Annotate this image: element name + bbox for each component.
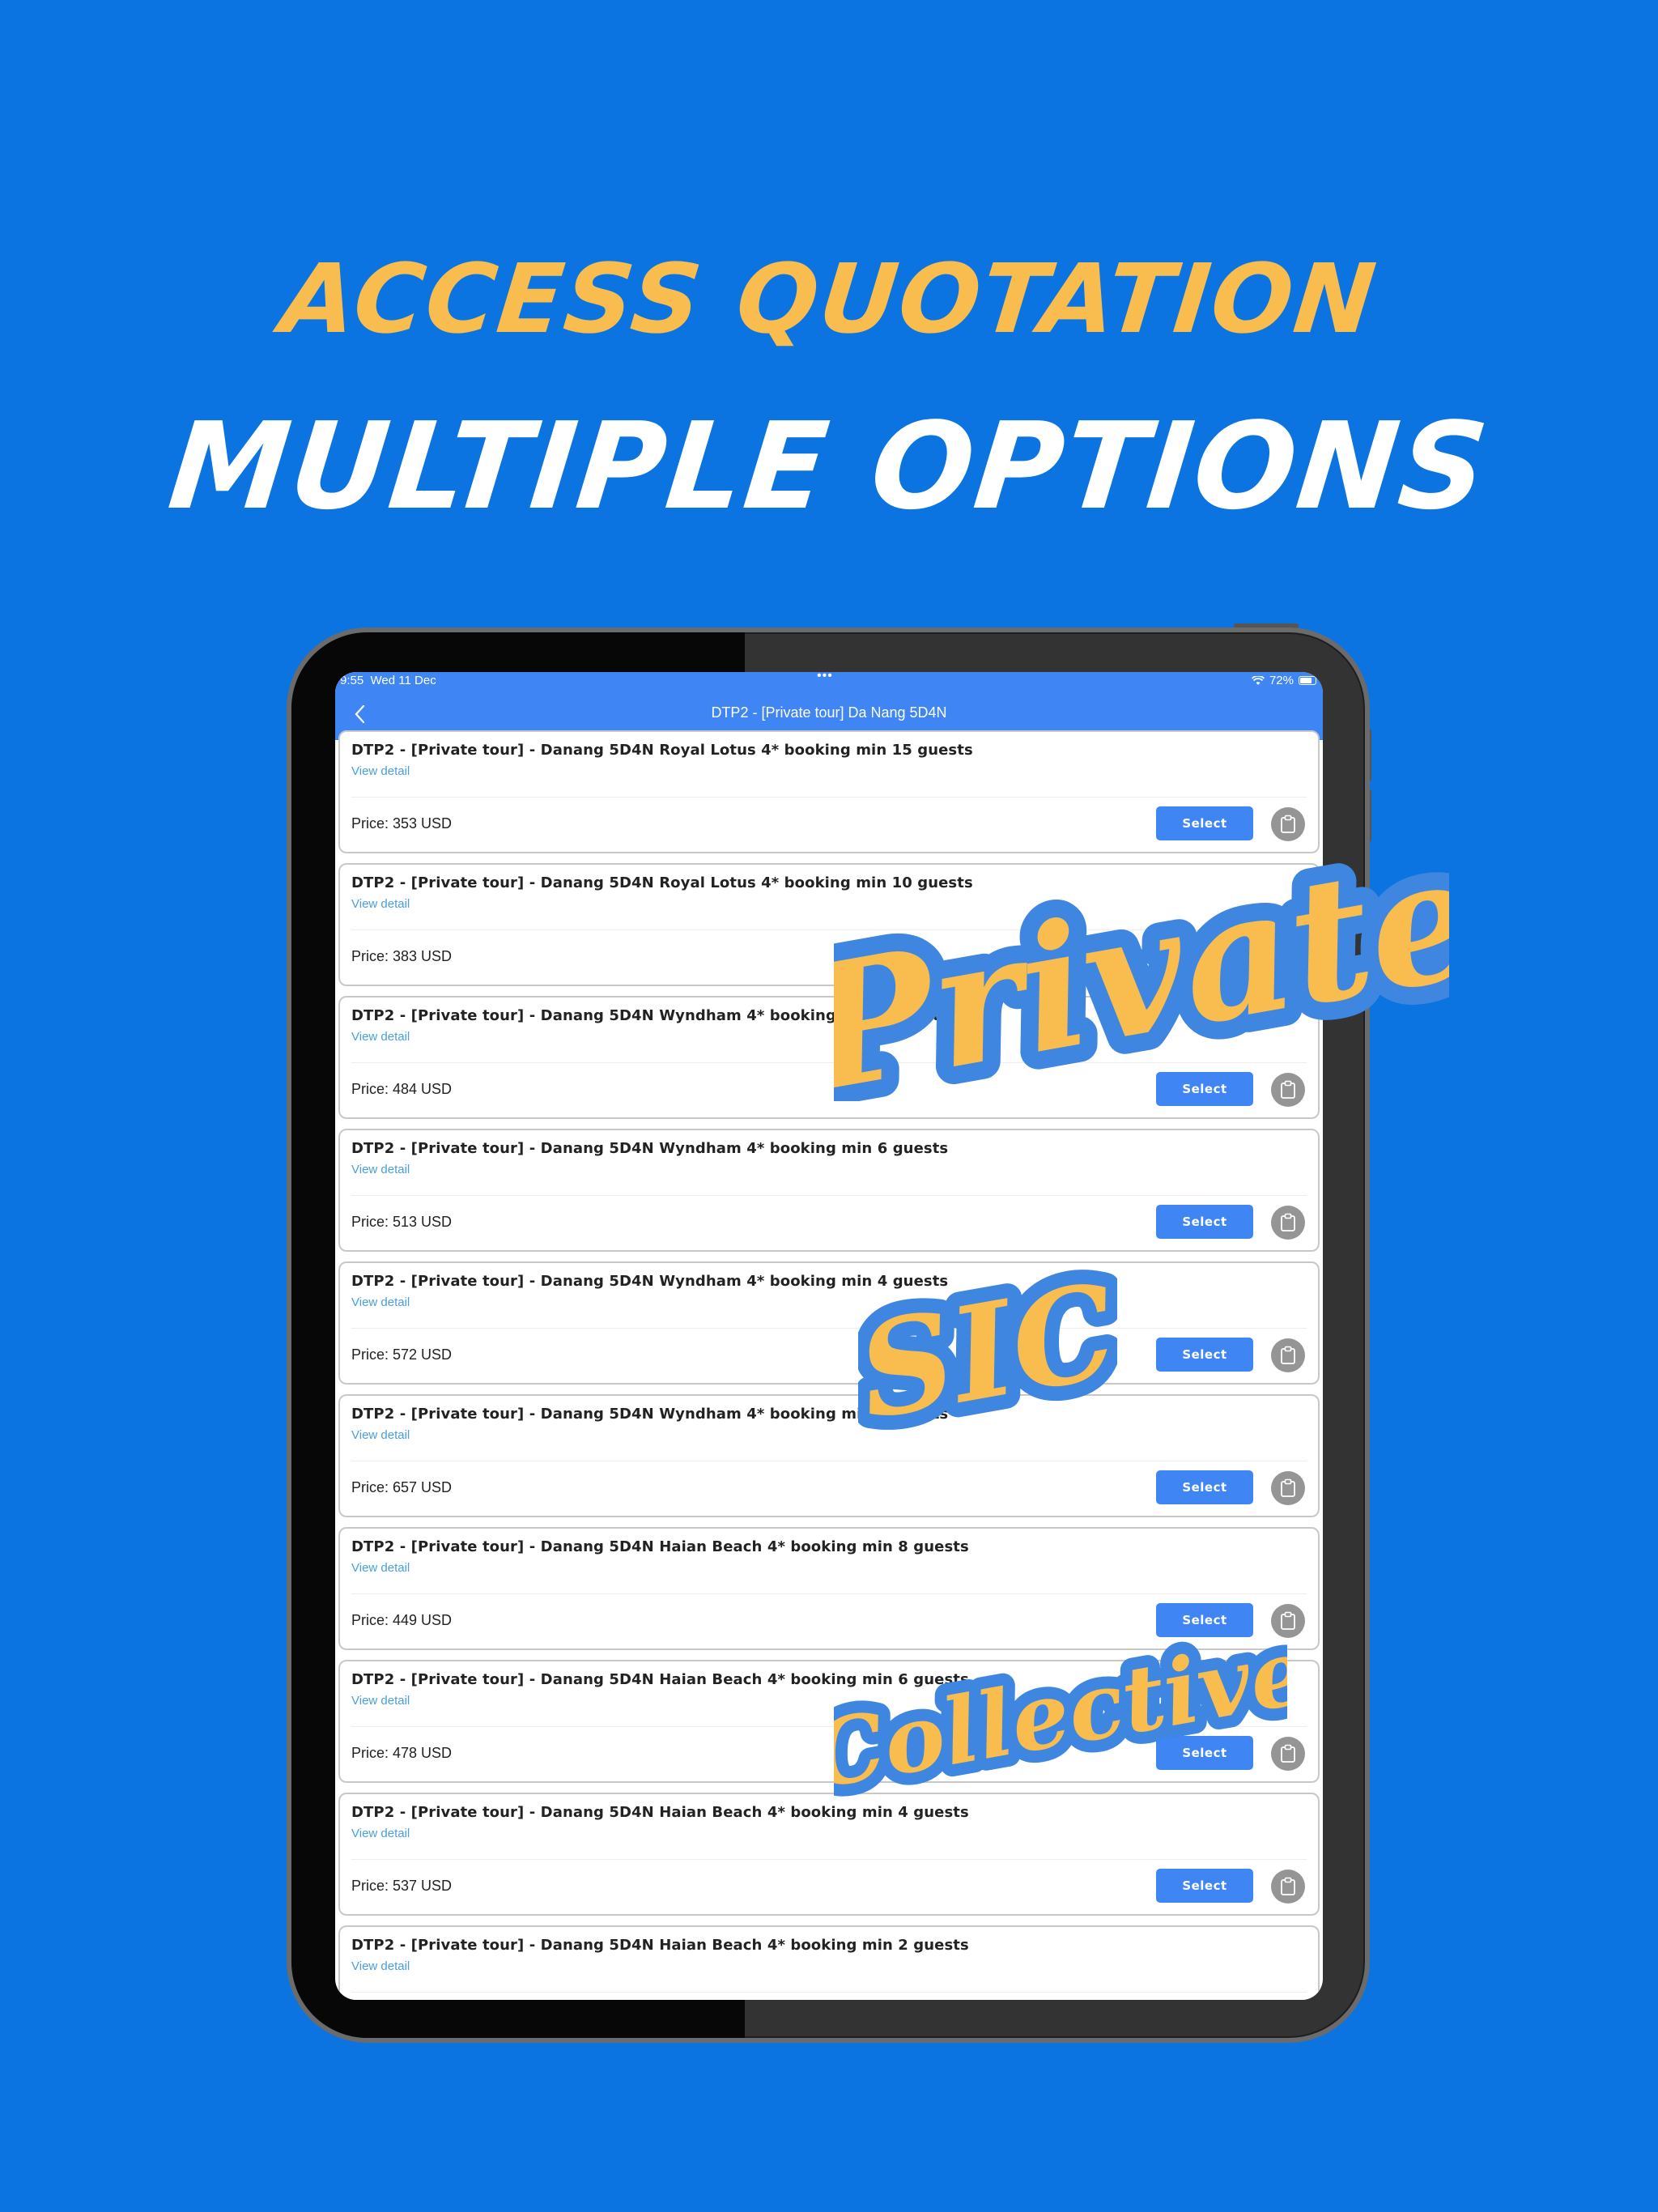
headline-access-quotation: ACCESS QUOTATION xyxy=(275,243,1383,355)
view-detail-link[interactable]: View detail xyxy=(351,1827,410,1840)
view-detail-link[interactable]: View detail xyxy=(351,897,410,911)
clipboard-icon xyxy=(1281,1346,1295,1364)
quotation-name: DTP2 - [Private tour] - Danang 5D4N Wynd… xyxy=(351,1140,949,1157)
quotation-price: Price: 537 USD xyxy=(351,1878,453,1894)
sticker-collective-text: Collective xyxy=(834,1636,1287,1797)
select-button[interactable]: Select xyxy=(1156,1869,1253,1903)
card-divider xyxy=(351,1195,1307,1196)
quotation-price: Price: 353 USD xyxy=(351,815,453,832)
copy-button[interactable] xyxy=(1271,1471,1305,1505)
card-divider xyxy=(351,797,1307,798)
status-time: 9:55 Wed 11 Dec xyxy=(340,674,436,687)
sticker-sic: SIC SIC xyxy=(858,1263,1117,1441)
quotation-price: Price: 449 USD xyxy=(351,1612,453,1628)
quotation-card: DTP2 - [Private tour] - Danang 5D4N Haia… xyxy=(338,1925,1320,2000)
copy-button[interactable] xyxy=(1271,1870,1305,1904)
view-detail-link[interactable]: View detail xyxy=(351,764,410,778)
clipboard-icon xyxy=(1281,1877,1295,1895)
quotation-card: DTP2 - [Private tour] - Danang 5D4N Roya… xyxy=(338,730,1320,853)
quotation-card: DTP2 - [Private tour] - Danang 5D4N Haia… xyxy=(338,1527,1320,1650)
wifi-icon xyxy=(1251,675,1265,685)
copy-button[interactable] xyxy=(1271,1206,1305,1240)
nav-title: DTP2 - [Private tour] Da Nang 5D4N xyxy=(711,704,947,721)
card-divider xyxy=(351,1859,1307,1860)
quotation-price: Price: 513 USD xyxy=(351,1214,453,1230)
copy-button[interactable] xyxy=(1271,807,1305,841)
battery-icon xyxy=(1299,676,1316,685)
quotation-card: DTP2 - [Private tour] - Danang 5D4N Haia… xyxy=(338,1793,1320,1916)
quotation-name: DTP2 - [Private tour] - Danang 5D4N Roya… xyxy=(351,742,973,759)
select-button[interactable]: Select xyxy=(1156,1338,1253,1372)
quotation-name: DTP2 - [Private tour] - Danang 5D4N Haia… xyxy=(351,1538,969,1555)
quotation-name: DTP2 - [Private tour] - Danang 5D4N Haia… xyxy=(351,1937,969,1954)
quotation-name: DTP2 - [Private tour] - Danang 5D4N Haia… xyxy=(351,1804,969,1821)
view-detail-link[interactable]: View detail xyxy=(351,1163,410,1176)
card-divider xyxy=(351,1992,1307,1993)
select-button[interactable]: Select xyxy=(1156,806,1253,840)
sticker-collective: Collective Collective xyxy=(834,1636,1287,1797)
quotation-card: DTP2 - [Private tour] - Danang 5D4N Wynd… xyxy=(338,1394,1320,1517)
view-detail-link[interactable]: View detail xyxy=(351,1694,410,1708)
quotation-card: DTP2 - [Private tour] - Danang 5D4N Wynd… xyxy=(338,1129,1320,1252)
sticker-private-text: Private xyxy=(834,842,1449,1101)
view-detail-link[interactable]: View detail xyxy=(351,1428,410,1442)
view-detail-link[interactable]: View detail xyxy=(351,1030,410,1044)
headline-multiple-options: MULTIPLE OPTIONS xyxy=(163,397,1495,536)
select-button[interactable]: Select xyxy=(1156,1603,1253,1637)
copy-button[interactable] xyxy=(1271,1338,1305,1372)
status-bar: 9:55 Wed 11 Dec ••• 72% xyxy=(335,672,1323,690)
clipboard-icon xyxy=(1281,1213,1295,1231)
select-button[interactable]: Select xyxy=(1156,1205,1253,1239)
card-divider xyxy=(351,1593,1307,1594)
battery-percent: 72% xyxy=(1269,674,1294,687)
quotation-price: Price: 478 USD xyxy=(351,1745,453,1761)
quotation-price: Price: 657 USD xyxy=(351,1479,453,1495)
quotation-price: Price: 383 USD xyxy=(351,948,453,964)
view-detail-link[interactable]: View detail xyxy=(351,1959,410,1973)
card-divider xyxy=(351,1328,1307,1329)
sticker-sic-text: SIC xyxy=(858,1263,1117,1441)
copy-button[interactable] xyxy=(1271,1604,1305,1638)
clipboard-icon xyxy=(1281,815,1295,833)
sticker-private: Private Private xyxy=(834,842,1449,1101)
select-button[interactable]: Select xyxy=(1156,1470,1253,1504)
quotation-price: Price: 484 USD xyxy=(351,1081,453,1097)
clipboard-icon xyxy=(1281,1611,1295,1630)
quotation-price: Price: 572 USD xyxy=(351,1346,453,1363)
view-detail-link[interactable]: View detail xyxy=(351,1295,410,1309)
quotation-card: DTP2 - [Private tour] - Danang 5D4N Wynd… xyxy=(338,1261,1320,1385)
view-detail-link[interactable]: View detail xyxy=(351,1561,410,1575)
clipboard-icon xyxy=(1281,1478,1295,1497)
multitask-dots[interactable]: ••• xyxy=(817,672,833,683)
